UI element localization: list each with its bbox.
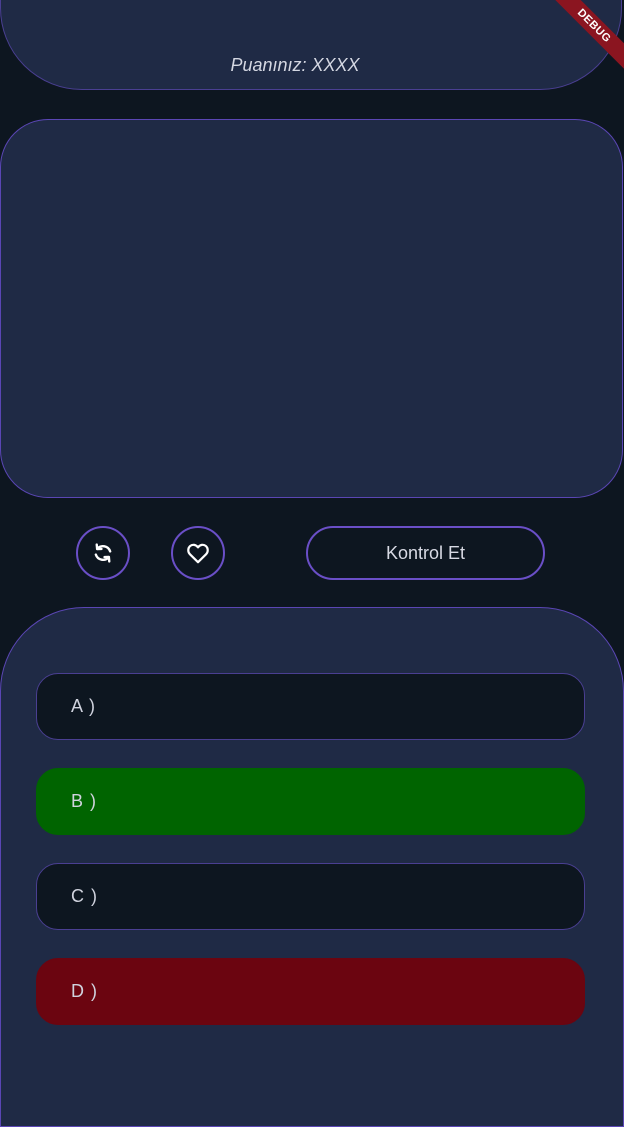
score-text: Puanınız: XXXX xyxy=(230,55,360,75)
answer-option-a[interactable]: A ) xyxy=(36,673,585,740)
answer-option-b[interactable]: B ) xyxy=(36,768,585,835)
refresh-icon xyxy=(90,540,116,566)
answer-option-label: C ) xyxy=(71,886,98,906)
refresh-button[interactable] xyxy=(76,526,130,580)
answer-option-label: D ) xyxy=(71,981,98,1001)
answer-option-label: B ) xyxy=(71,791,98,811)
answer-option-label: A ) xyxy=(71,696,97,716)
favorite-button[interactable] xyxy=(171,526,225,580)
score-panel xyxy=(0,0,622,90)
question-panel xyxy=(0,119,623,498)
heart-icon xyxy=(185,540,211,566)
answer-option-c[interactable]: C ) xyxy=(36,863,585,930)
answer-option-d[interactable]: D ) xyxy=(36,958,585,1025)
check-button-label: Kontrol Et xyxy=(385,542,466,563)
check-button[interactable]: Kontrol Et xyxy=(306,526,545,580)
